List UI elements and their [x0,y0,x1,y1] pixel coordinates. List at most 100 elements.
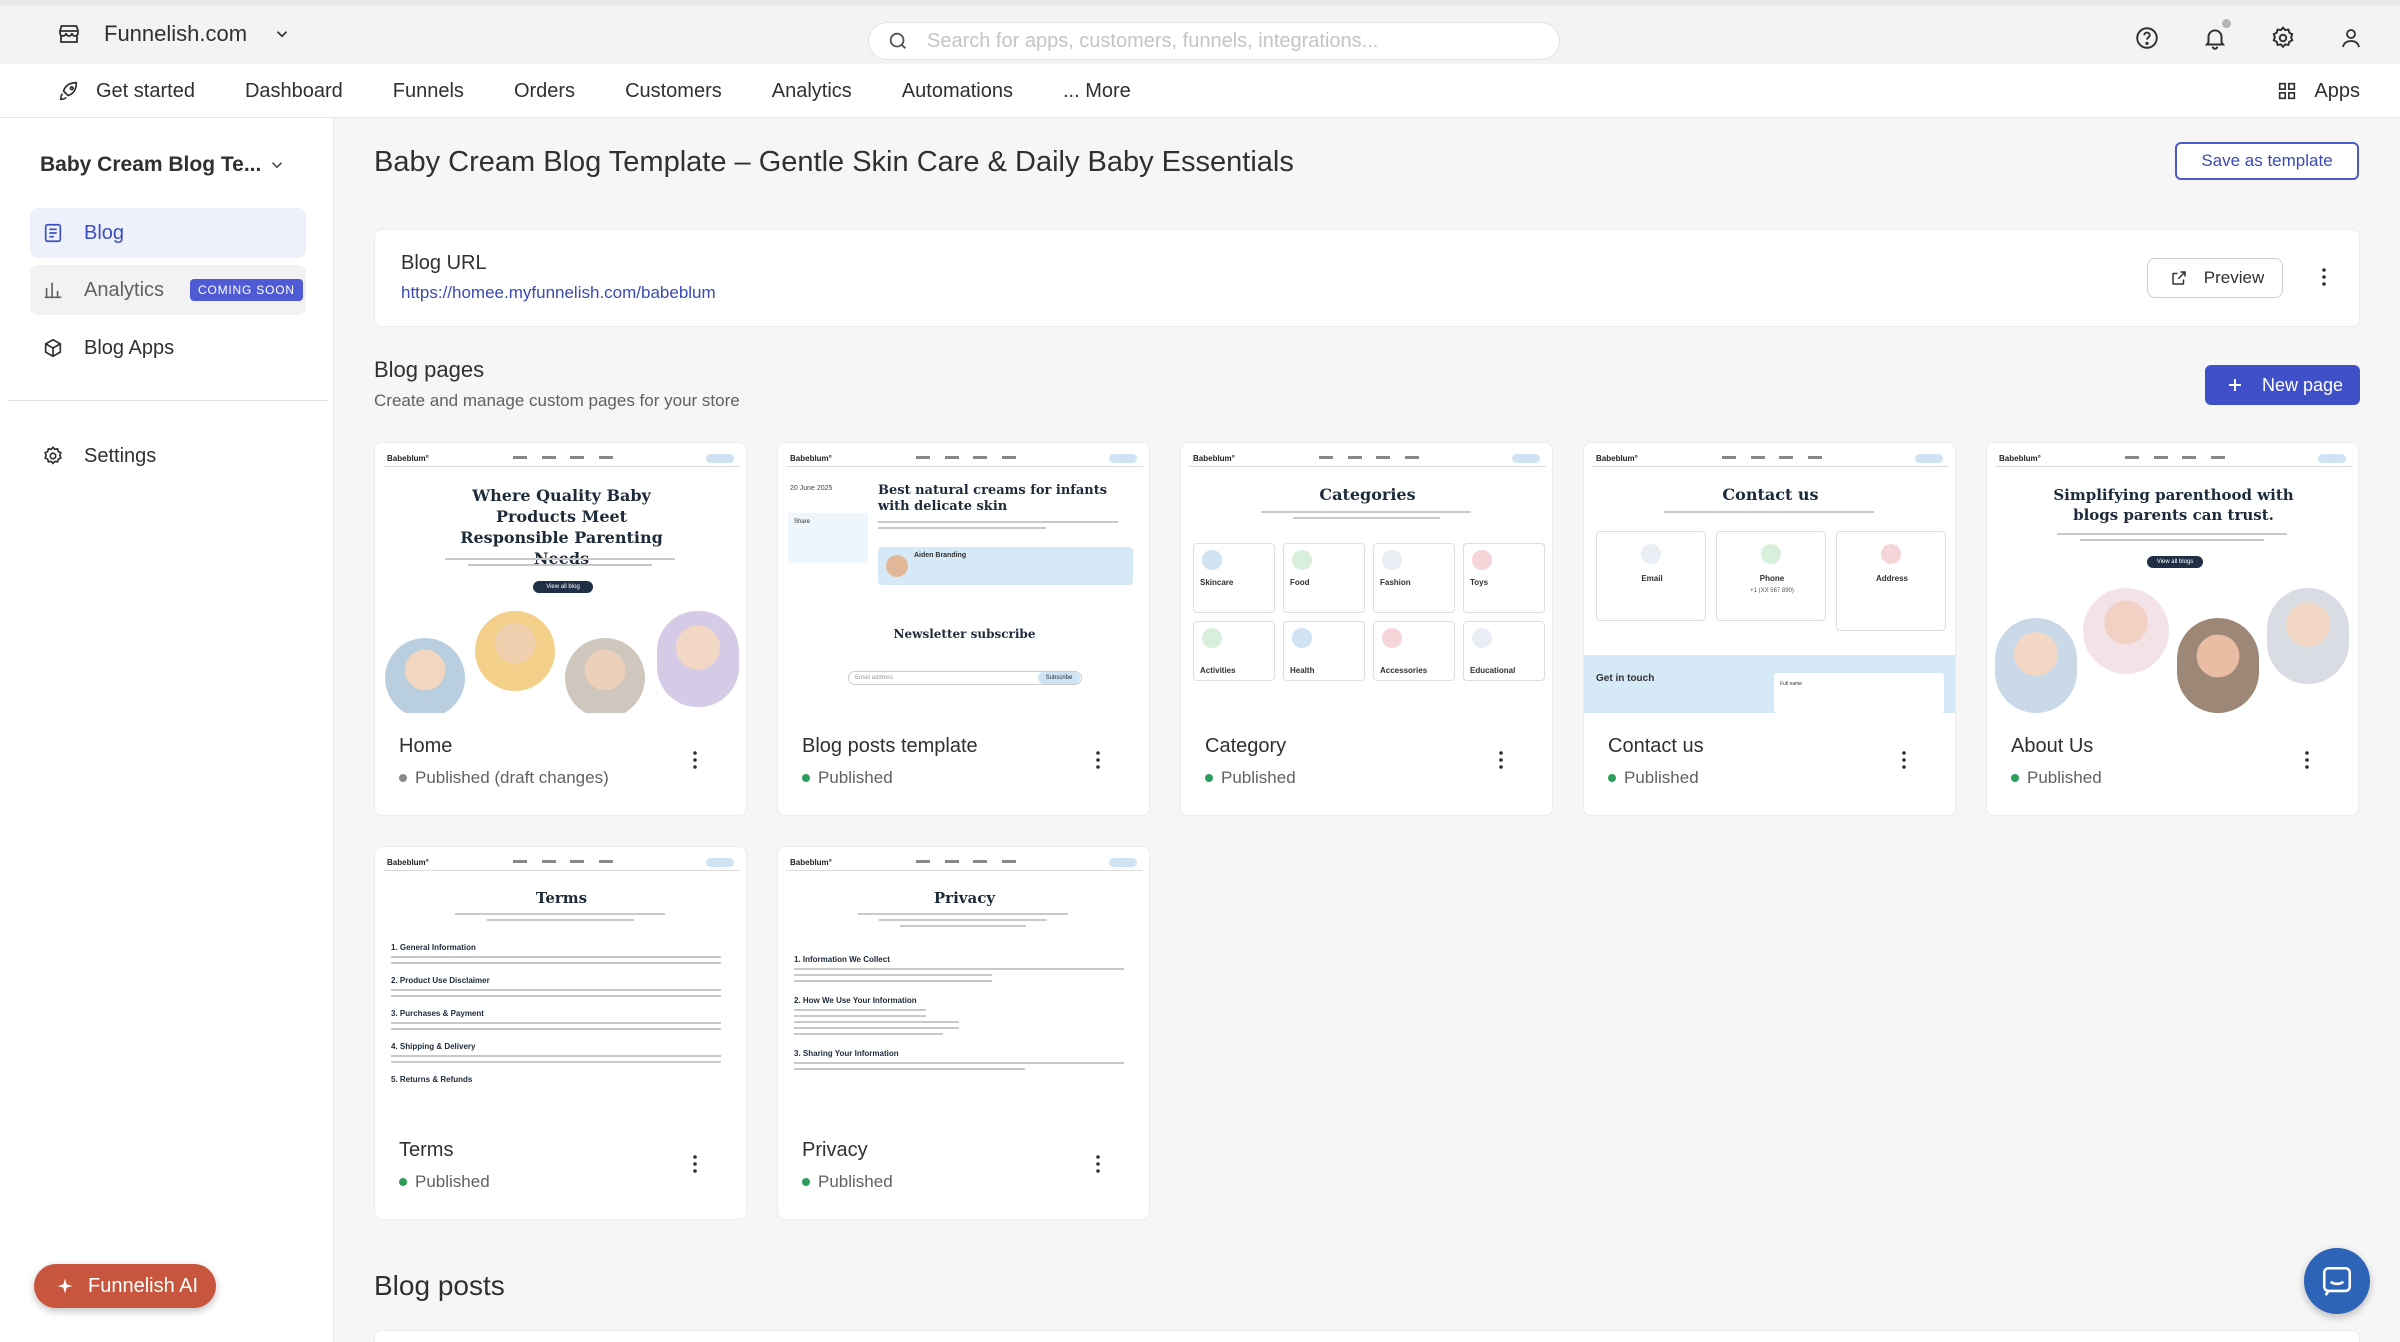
mini-nav: Babeblum° [786,855,1143,871]
status-text: Published [2027,768,2102,787]
thumb-category-tile: Educational [1463,621,1545,681]
nav-label: Funnels [392,79,464,102]
blog-url-link[interactable]: https://homee.myfunnelish.com/babeblum [401,283,716,303]
thumb-category-tile: Fashion [1373,543,1455,613]
page-name: About Us [2011,735,2094,757]
more-vertical-icon[interactable] [682,1151,708,1177]
thumb-category-label: Toys [1470,578,1489,587]
blog-selector[interactable]: Baby Cream Blog Te... [40,152,290,178]
nav-label: Orders [513,79,576,102]
page-thumbnail: Babeblum° Contact us Email Phone +1 (XX 5… [1584,443,1955,713]
funnelish-ai-button[interactable]: Funnelish AI [34,1264,217,1308]
thumb-section: 1. General Information [391,943,476,952]
status-text: Published [818,768,893,787]
status-text: Published [818,1172,893,1191]
search-icon [885,28,911,54]
sidebar: Baby Cream Blog Te... Blog Analytics COM… [0,118,334,1342]
page-card-contact-us[interactable]: Babeblum° Contact us Email Phone +1 (XX 5… [1583,442,1956,816]
bar-chart-icon [40,277,66,303]
more-vertical-icon[interactable] [1085,747,1111,773]
nav-more[interactable]: ... More [1063,80,1131,103]
avatar [886,555,908,577]
baby-photo [2177,618,2259,713]
status-dot [1608,774,1616,782]
nav-customers[interactable]: Customers [625,80,722,103]
page-card-terms[interactable]: Babeblum° Terms 1. General Information 2… [374,846,747,1220]
baby-photo [565,638,645,713]
search-input[interactable] [927,29,1527,53]
thumb-category-tile: Accessories [1373,621,1455,681]
page-card-privacy[interactable]: Babeblum° Privacy 1. Information We Coll… [777,846,1150,1220]
main-nav: Get started Dashboard Funnels Orders Cus… [0,64,2400,118]
nav-get-started[interactable]: Get started [56,78,195,104]
page-status: Published (draft changes) [399,768,609,788]
user-icon[interactable] [2338,25,2364,51]
sidebar-item-blog[interactable]: Blog [30,208,306,258]
thumb-contact-tile: Address [1836,531,1946,631]
notification-bell-icon[interactable] [2202,19,2231,51]
blog-url-card: Blog URL https://homee.myfunnelish.com/b… [374,229,2360,327]
chat-icon [2320,1264,2354,1298]
status-text: Published [1624,768,1699,787]
new-page-label: New page [2261,374,2344,395]
new-page-button[interactable]: New page [2205,365,2360,405]
nav-dashboard[interactable]: Dashboard [245,80,343,103]
thumb-title: Contact us [1722,485,1819,504]
funnelish-ai-label: Funnelish AI [88,1274,199,1297]
mini-nav: Babeblum° [1592,451,1949,467]
thumb-contact-tile: Phone +1 (XX 567 890) [1716,531,1826,621]
nav-orders[interactable]: Orders [514,80,575,103]
thumb-category-tile: Toys [1463,543,1545,613]
gear-icon[interactable] [2270,25,2296,51]
preview-button[interactable]: Preview [2147,258,2283,298]
page-status: Published [1608,768,1699,788]
store-switcher[interactable]: Funnelish.com [56,21,295,47]
blog-posts-card [374,1330,2360,1342]
thumb-category-tile: Health [1283,621,1365,681]
nav-funnels[interactable]: Funnels [393,80,464,103]
thumb-text [1664,511,1874,517]
thumb-button: View all blog [533,581,593,593]
thumb-category-tile: Activities [1193,621,1275,681]
more-vertical-icon[interactable] [682,747,708,773]
baby-photo [1995,618,2077,713]
thumb-section: 3. Purchases & Payment [391,1009,484,1018]
thumb-date: 20 June 2025 [790,485,833,492]
thumb-title: Simplifying parenthood with blogs parent… [2053,486,2294,524]
page-status: Published [2011,768,2102,788]
baby-photo [2083,588,2169,674]
page-thumbnail: Babeblum° Terms 1. General Information 2… [375,847,746,1117]
baby-photo [475,611,555,691]
sidebar-item-settings[interactable]: Settings [30,431,306,481]
blog-posts-title: Blog posts [374,1270,505,1301]
page-name: Category [1205,735,1287,757]
thumb-share-box: Share [788,513,868,563]
apps-button[interactable]: Apps [2274,78,2360,104]
thumb-section: 5. Returns & Refunds [391,1075,473,1084]
sidebar-item-analytics[interactable]: Analytics COMING SOON [30,265,306,315]
more-vertical-icon[interactable] [1891,747,1917,773]
status-text: Published (draft changes) [415,768,609,787]
chat-support-button[interactable] [2304,1248,2370,1314]
thumb-category-label: Food [1290,578,1310,587]
nav-analytics[interactable]: Analytics [772,80,852,103]
thumb-contact-label: Email [1641,574,1663,583]
sidebar-item-blog-apps[interactable]: Blog Apps [30,323,306,373]
page-thumbnail: Babeblum° Simplifying parenthood with bl… [1987,443,2358,713]
page-thumbnail: Babeblum° Categories Skincare Food Fashi… [1181,443,1552,713]
page-card-home[interactable]: Babeblum° Where Quality Baby Products Me… [374,442,747,816]
thumb-title: Terms [535,889,588,907]
page-card-blog-posts-template[interactable]: Babeblum° 20 June 2025 Best natural crea… [777,442,1150,816]
thumb-subscribe: Subscribe [1038,672,1080,684]
search-bar[interactable] [868,22,1560,60]
page-card-about-us[interactable]: Babeblum° Simplifying parenthood with bl… [1986,442,2359,816]
more-vertical-icon[interactable] [2311,264,2337,290]
status-dot [2011,774,2019,782]
save-as-template-button[interactable]: Save as template [2175,142,2359,180]
more-vertical-icon[interactable] [2294,747,2320,773]
nav-automations[interactable]: Automations [902,80,1013,103]
more-vertical-icon[interactable] [1085,1151,1111,1177]
more-vertical-icon[interactable] [1488,747,1514,773]
help-icon[interactable] [2134,25,2160,51]
page-card-category[interactable]: Babeblum° Categories Skincare Food Fashi… [1180,442,1553,816]
